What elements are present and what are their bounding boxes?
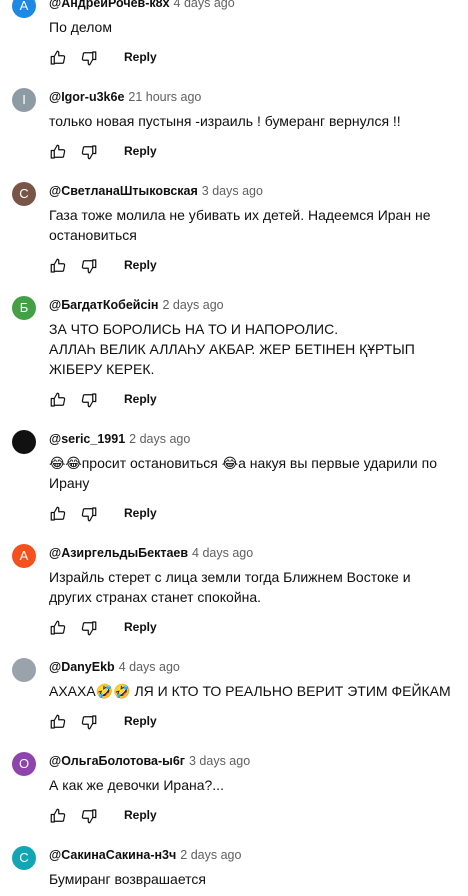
comment-actions: Reply: [49, 713, 249, 733]
reply-button[interactable]: Reply: [124, 144, 157, 158]
comment-author[interactable]: @СветланаШтыковская: [49, 184, 198, 198]
thumb-up-icon[interactable]: [49, 807, 67, 825]
avatar[interactable]: Б: [12, 296, 36, 320]
reply-button[interactable]: Reply: [124, 714, 157, 728]
comment-actions: Reply: [49, 143, 249, 163]
comment-text: АХАХА🤣🤣 ЛЯ И КТО ТО РЕАЛЬНО ВЕРИТ ЭТИМ Ф…: [49, 683, 451, 699]
avatar[interactable]: А: [12, 544, 36, 568]
thumb-down-icon[interactable]: [80, 619, 98, 637]
comment-text: Израйль стерет с лица земли тогда Ближне…: [49, 569, 411, 605]
comment-time[interactable]: 21 hours ago: [128, 90, 201, 104]
thumb-up-icon[interactable]: [49, 619, 67, 637]
thumb-down-icon[interactable]: [80, 713, 98, 731]
comment-actions: Reply: [49, 391, 249, 411]
thumb-down-icon[interactable]: [80, 143, 98, 161]
reply-button[interactable]: Reply: [124, 808, 157, 822]
comment-text: Газа тоже молила не убивать их детей. На…: [49, 207, 431, 243]
comment-author[interactable]: @Igor-u3k6e: [49, 90, 124, 104]
thumb-up-icon[interactable]: [49, 143, 67, 161]
comment-text: Бумиранг возврашается: [49, 871, 206, 887]
comment-author[interactable]: @БагдатКобейсін: [49, 298, 158, 312]
thumb-up-icon[interactable]: [49, 391, 67, 409]
comment-header: @seric_1991 2 days ago: [49, 432, 190, 446]
comment-text: А как же девочки Ирана?...: [49, 777, 224, 793]
avatar[interactable]: [12, 658, 36, 682]
comment-author[interactable]: @seric_1991: [49, 432, 125, 446]
thumb-up-icon[interactable]: [49, 505, 67, 523]
thumb-down-icon[interactable]: [80, 257, 98, 275]
comment-header: @СветланаШтыковская 3 days ago: [49, 184, 263, 198]
comment-header: @БагдатКобейсін 2 days ago: [49, 298, 224, 312]
reply-button[interactable]: Reply: [124, 620, 157, 634]
comment-header: @ОльгаБолотова-ы6г 3 days ago: [49, 754, 250, 768]
comment-text: только новая пустыня -израиль ! бумеранг…: [49, 113, 401, 129]
comment-text: ЗА ЧТО БОРОЛИСЬ НА ТО И НАПОРОЛИС. АЛЛАҺ…: [49, 321, 415, 377]
reply-button[interactable]: Reply: [124, 506, 157, 520]
comment-actions: Reply: [49, 257, 249, 277]
comment-time[interactable]: 2 days ago: [180, 848, 241, 862]
comment-text: 😂😂просит остановиться 😂а накуя вы первые…: [49, 455, 437, 491]
avatar[interactable]: С: [12, 182, 36, 206]
comment-time[interactable]: 4 days ago: [192, 546, 253, 560]
reply-button[interactable]: Reply: [124, 258, 157, 272]
avatar[interactable]: I: [12, 88, 36, 112]
comment-actions: Reply: [49, 49, 249, 69]
comment-author[interactable]: @СакинаСакина-н3ч: [49, 848, 176, 862]
comment-header: @АндрейРочев-к8х 4 days ago: [49, 0, 235, 10]
comment-time[interactable]: 3 days ago: [202, 184, 263, 198]
comment-text: По делом: [49, 19, 112, 35]
thumb-up-icon[interactable]: [49, 257, 67, 275]
comment-header: @СакинаСакина-н3ч 2 days ago: [49, 848, 241, 862]
avatar[interactable]: О: [12, 752, 36, 776]
comment-actions: Reply: [49, 505, 249, 525]
thumb-down-icon[interactable]: [80, 807, 98, 825]
comment-author[interactable]: @АзиргельдыБектаев: [49, 546, 188, 560]
comment-time[interactable]: 3 days ago: [189, 754, 250, 768]
comment-author[interactable]: @DanyEkb: [49, 660, 115, 674]
comment-time[interactable]: 2 days ago: [129, 432, 190, 446]
comment-header: @АзиргельдыБектаев 4 days ago: [49, 546, 253, 560]
avatar[interactable]: А: [12, 0, 36, 18]
comment-time[interactable]: 4 days ago: [174, 0, 235, 10]
comment-time[interactable]: 4 days ago: [119, 660, 180, 674]
thumb-down-icon[interactable]: [80, 505, 98, 523]
reply-button[interactable]: Reply: [124, 392, 157, 406]
comment-actions: Reply: [49, 807, 249, 827]
thumb-down-icon[interactable]: [80, 391, 98, 409]
comment-header: @DanyEkb 4 days ago: [49, 660, 180, 674]
comment-author[interactable]: @АндрейРочев-к8х: [49, 0, 170, 10]
thumb-down-icon[interactable]: [80, 49, 98, 67]
avatar[interactable]: С: [12, 846, 36, 870]
thumb-up-icon[interactable]: [49, 713, 67, 731]
comment-actions: Reply: [49, 619, 249, 639]
comment-header: @Igor-u3k6e 21 hours ago: [49, 90, 201, 104]
thumb-up-icon[interactable]: [49, 49, 67, 67]
comment-time[interactable]: 2 days ago: [162, 298, 223, 312]
comment-author[interactable]: @ОльгаБолотова-ы6г: [49, 754, 185, 768]
reply-button[interactable]: Reply: [124, 50, 157, 64]
avatar[interactable]: [12, 430, 36, 454]
